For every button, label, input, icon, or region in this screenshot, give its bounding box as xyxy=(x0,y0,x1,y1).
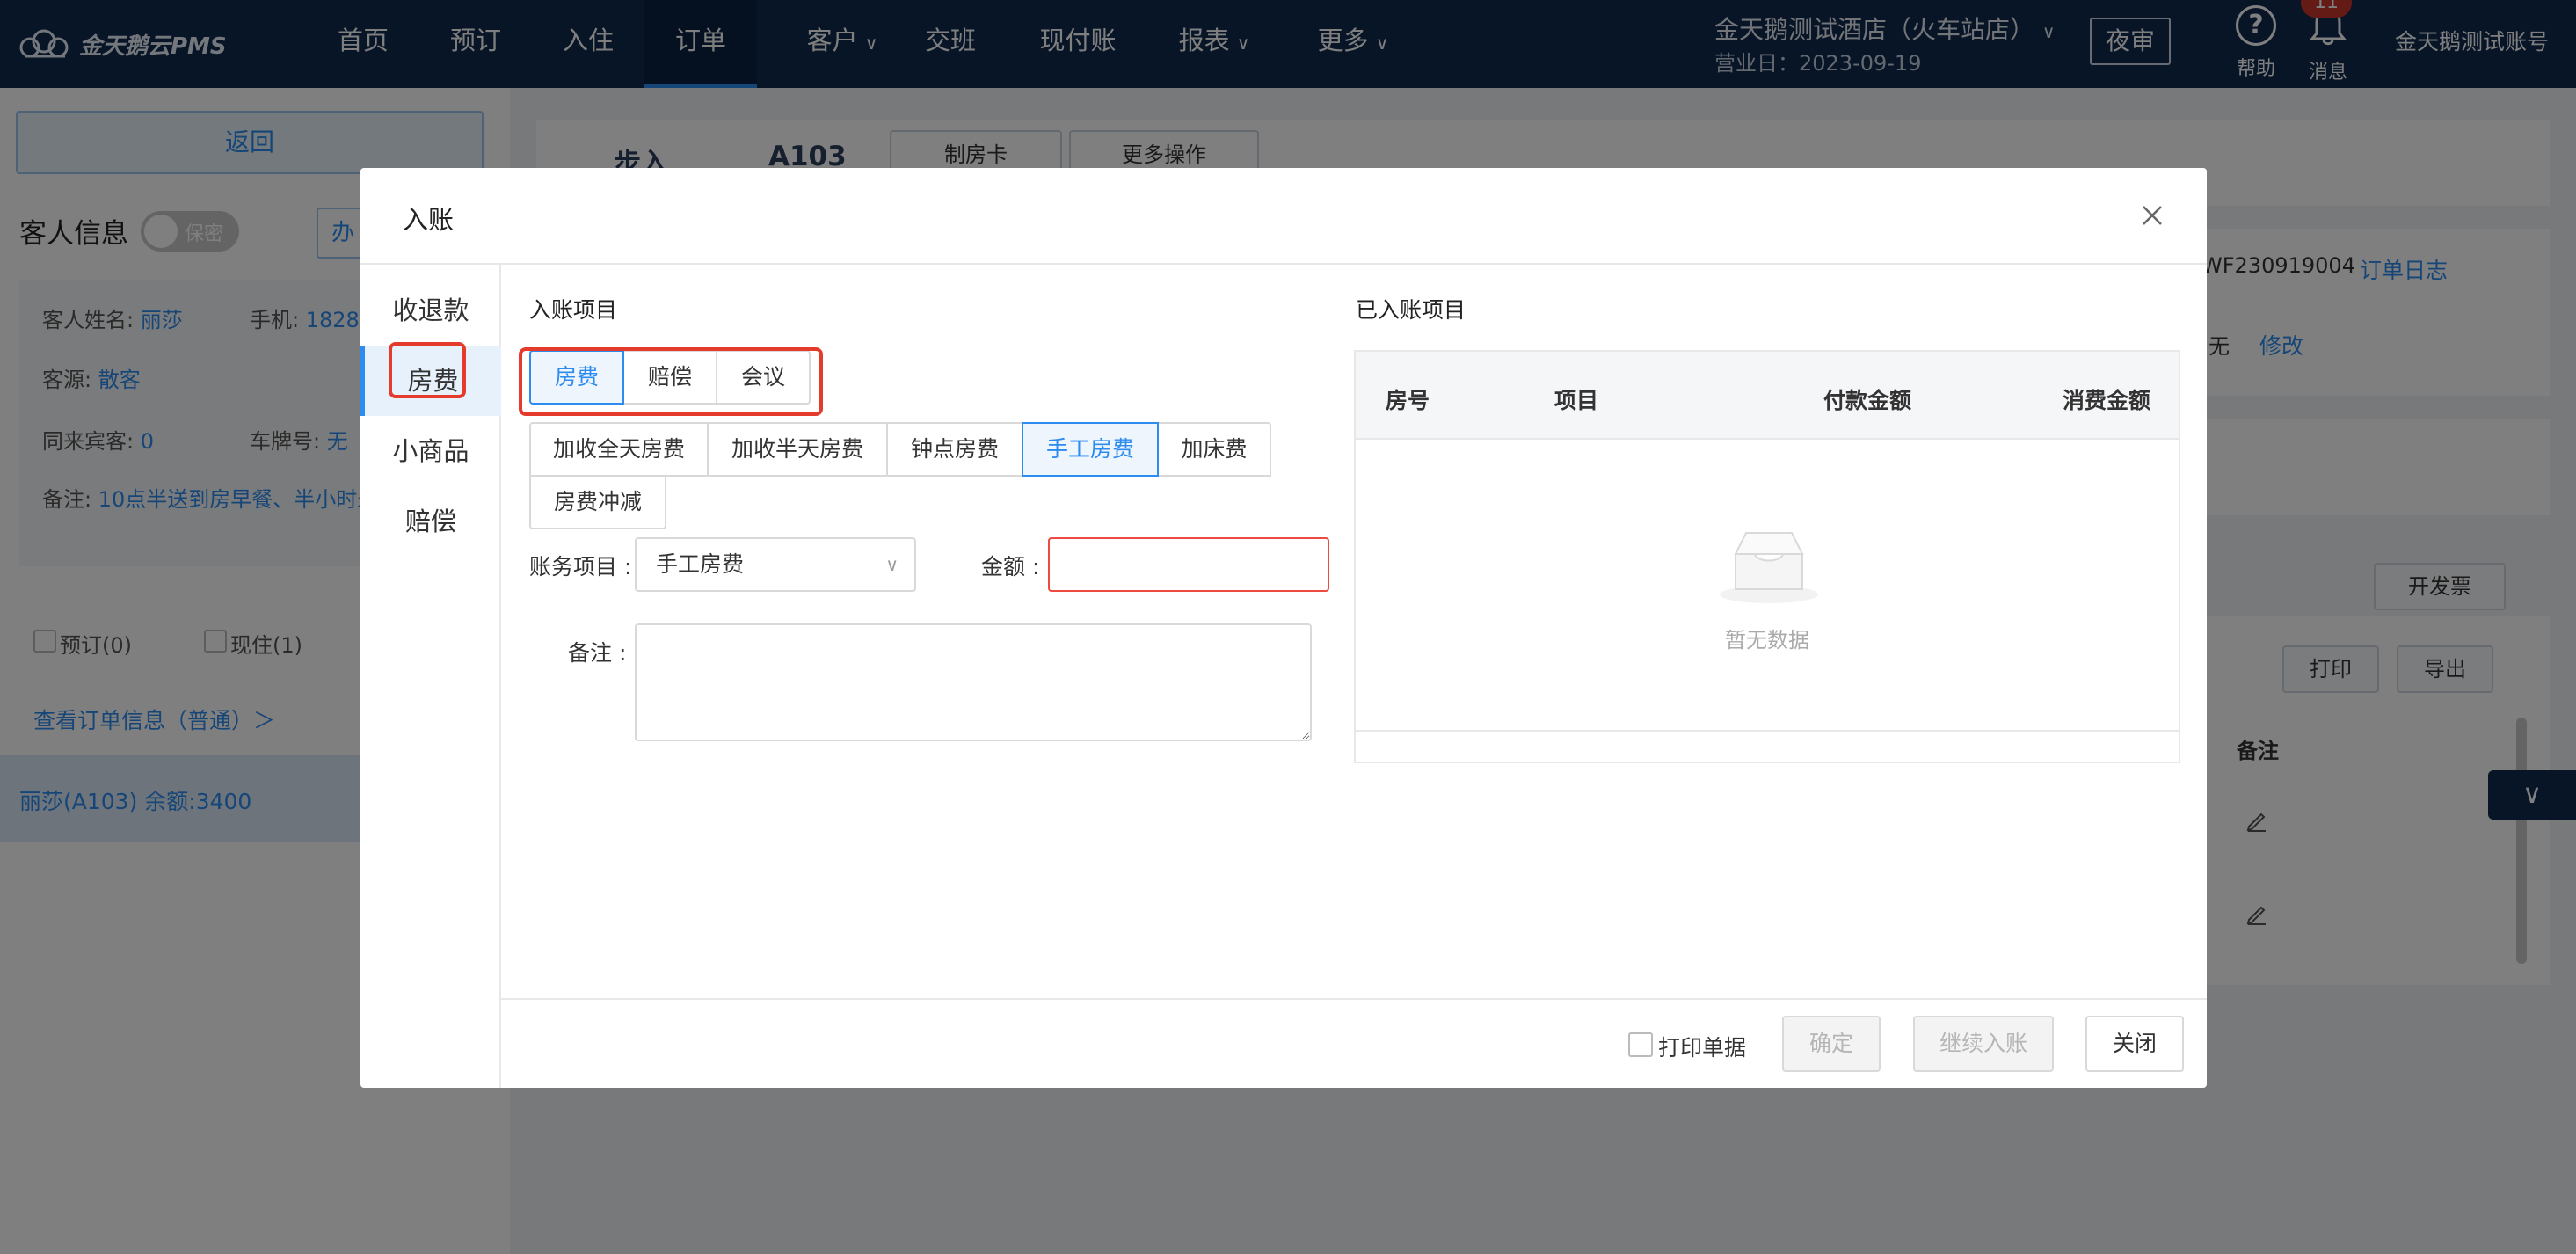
account-item-select[interactable]: 手工房费 ∨ xyxy=(635,537,916,592)
fee-type-manual[interactable]: 手工房费 xyxy=(1022,422,1159,477)
column-header: 付款金额 xyxy=(1823,388,1912,413)
side-tab-label: 收退款 xyxy=(392,295,469,325)
column-header: 项目 xyxy=(1554,388,1599,413)
posted-items-table: 房号 项目 付款金额 消费金额 暂无数据 xyxy=(1354,350,2180,763)
column-header: 消费金额 xyxy=(2063,388,2151,413)
continue-posting-button[interactable]: 继续入账 xyxy=(1913,1016,2054,1072)
empty-state-text: 暂无数据 xyxy=(1725,628,1809,653)
side-tab-label: 小商品 xyxy=(392,436,469,466)
confirm-button[interactable]: 确定 xyxy=(1782,1016,1881,1072)
amount-label: 金额 : xyxy=(981,554,1040,580)
table-footer-line xyxy=(1356,730,2179,732)
post-entry-modal: 入账 收退款 房费 小商品 赔偿 入账项目 房费 赔偿 会议 加收全天房费 加收… xyxy=(360,168,2207,1088)
account-item-label: 账务项目 : xyxy=(529,554,632,580)
fee-type-label: 手工房费 xyxy=(1045,436,1134,462)
remark-label: 备注 : xyxy=(568,640,627,666)
print-receipt-checkbox[interactable] xyxy=(1628,1032,1653,1057)
modal-header: 入账 xyxy=(360,168,2207,265)
fee-type-half-day[interactable]: 加收半天房费 xyxy=(707,422,888,477)
modal-title: 入账 xyxy=(403,205,455,235)
fee-type-label: 加床费 xyxy=(1181,436,1248,462)
remark-textarea[interactable] xyxy=(635,623,1312,741)
fee-type-label: 钟点房费 xyxy=(910,436,999,462)
table-header-row: 房号 项目 付款金额 消费金额 xyxy=(1356,352,2179,440)
empty-inbox-icon xyxy=(1720,532,1818,603)
highlight-box xyxy=(389,342,466,398)
amount-input[interactable] xyxy=(1048,537,1329,592)
fee-type-full-day[interactable]: 加收全天房费 xyxy=(529,422,709,477)
chevron-down-icon: ∨ xyxy=(885,554,899,575)
posted-section-title: 已入账项目 xyxy=(1356,297,1466,323)
highlight-box xyxy=(519,347,823,416)
side-tab-label: 赔偿 xyxy=(404,507,456,536)
fee-type-label: 房费冲减 xyxy=(553,489,642,514)
fee-type-offset[interactable]: 房费冲减 xyxy=(529,475,666,529)
close-icon[interactable] xyxy=(2135,198,2170,233)
fee-type-extra-bed[interactable]: 加床费 xyxy=(1157,422,1271,477)
side-tab-goods[interactable]: 小商品 xyxy=(360,416,501,486)
account-item-value: 手工房费 xyxy=(656,551,745,577)
fee-type-hourly[interactable]: 钟点房费 xyxy=(886,422,1023,477)
side-tab-refund[interactable]: 收退款 xyxy=(360,275,501,346)
fee-type-label: 加收半天房费 xyxy=(731,436,863,462)
entry-section-title: 入账项目 xyxy=(529,297,618,323)
print-receipt-label: 打印单据 xyxy=(1658,1035,1747,1061)
fee-type-label: 加收全天房费 xyxy=(552,436,685,462)
side-tab-compensation[interactable]: 赔偿 xyxy=(360,486,501,557)
close-button[interactable]: 关闭 xyxy=(2085,1016,2184,1072)
column-header: 房号 xyxy=(1386,388,1430,413)
